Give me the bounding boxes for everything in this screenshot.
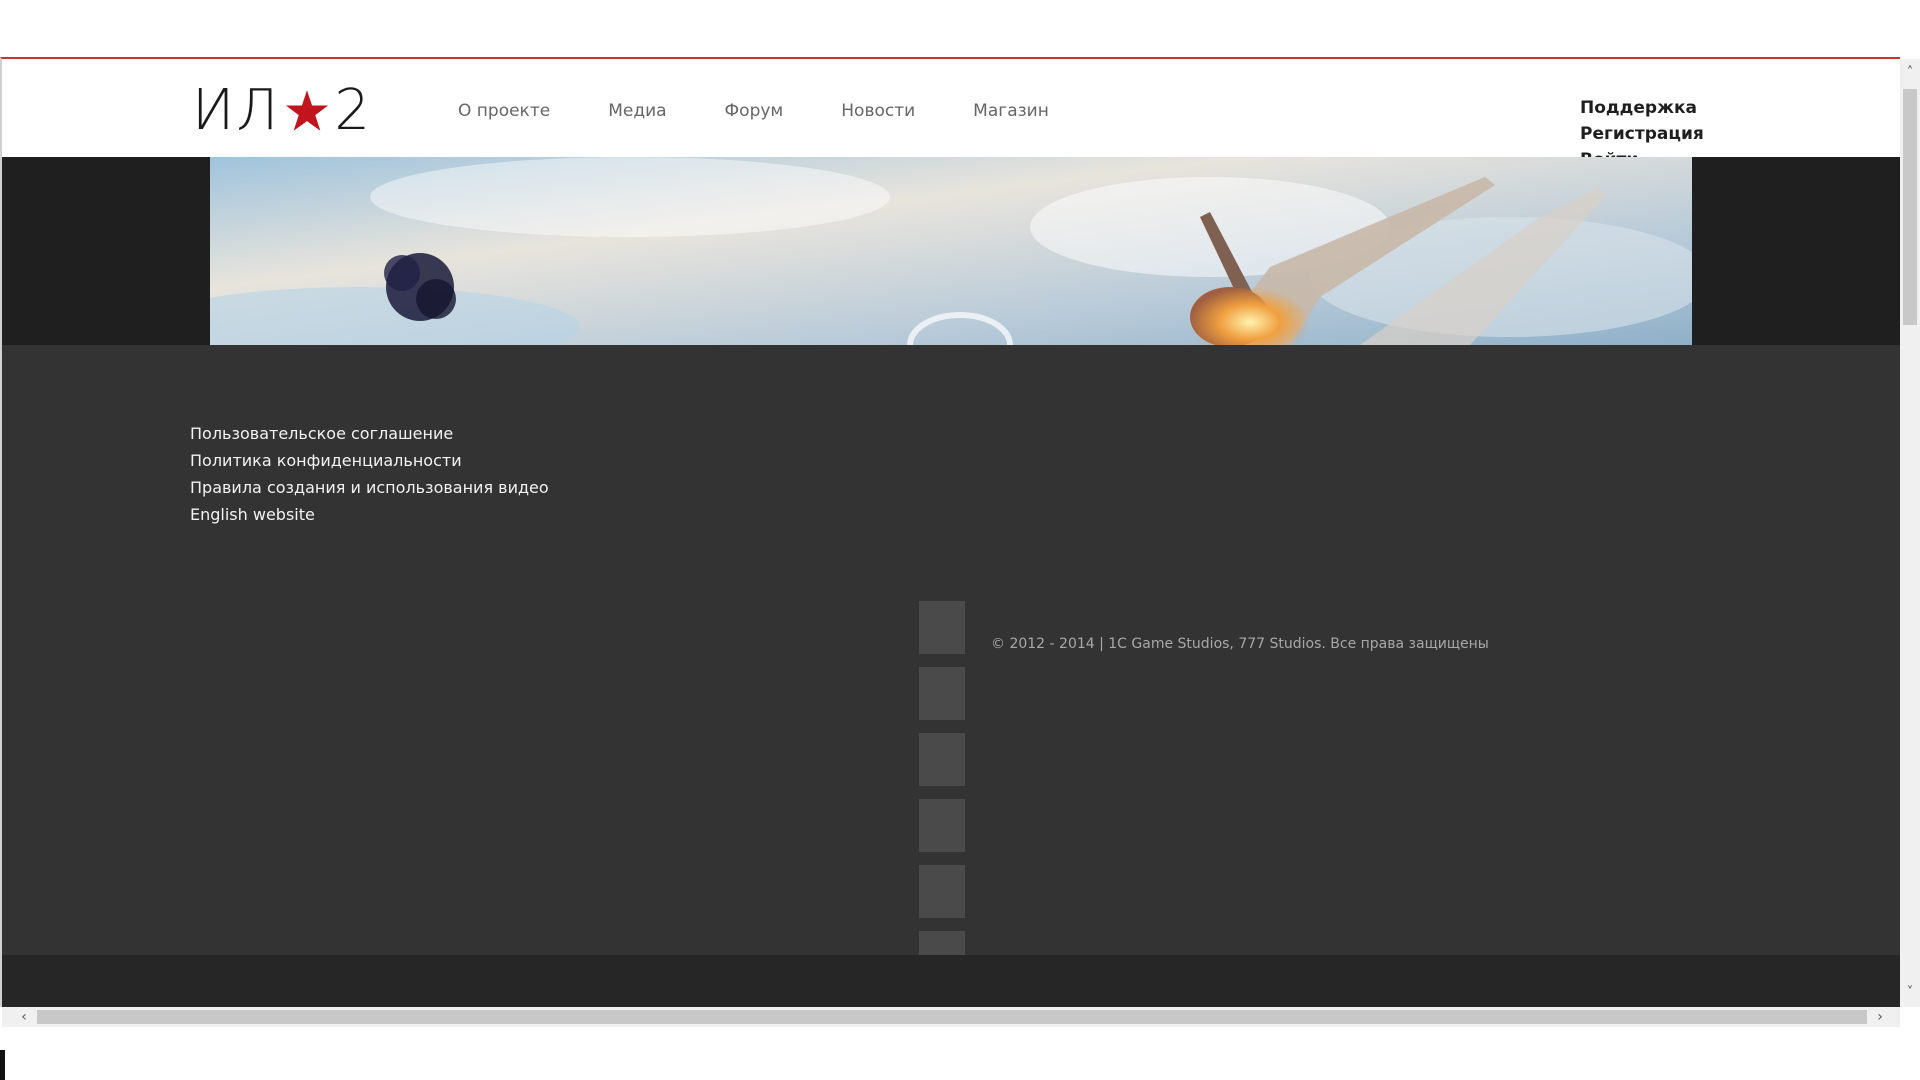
- support-link[interactable]: Поддержка: [1580, 95, 1704, 121]
- scroll-left-icon[interactable]: ‹: [14, 1007, 34, 1027]
- logo-text-left: ИЛ: [192, 78, 281, 143]
- site-logo[interactable]: ИЛ 2: [192, 78, 373, 143]
- red-star-icon: [286, 89, 329, 131]
- nav-item-about[interactable]: О проекте: [458, 99, 550, 123]
- copyright-text: © 2012 - 2014 | 1C Game Studios, 777 Stu…: [991, 636, 1489, 652]
- social-link-2[interactable]: [919, 667, 965, 720]
- social-link-5[interactable]: [919, 865, 965, 918]
- privacy-link[interactable]: Политика конфиденциальности: [190, 447, 549, 474]
- social-links: [919, 601, 965, 997]
- nav-item-media[interactable]: Медиа: [608, 99, 666, 123]
- horizontal-scrollbar[interactable]: ‹ ›: [2, 1007, 1900, 1027]
- terms-link[interactable]: Пользовательское соглашение: [190, 420, 549, 447]
- hero-band: [2, 157, 1900, 345]
- nav-item-forum[interactable]: Форум: [725, 99, 784, 123]
- scroll-up-icon[interactable]: ˄: [1900, 63, 1920, 83]
- scroll-down-icon[interactable]: ˅: [1900, 983, 1920, 1003]
- browser-viewport: ИЛ 2 О проекте Медиа Форум Новости Магаз…: [0, 57, 1900, 1007]
- nav-item-news[interactable]: Новости: [841, 99, 915, 123]
- site-footer: Пользовательское соглашение Политика кон…: [2, 345, 1900, 984]
- social-link-1[interactable]: [919, 601, 965, 654]
- english-website-link[interactable]: English website: [190, 501, 549, 528]
- logo-text-right: 2: [334, 78, 373, 143]
- social-link-4[interactable]: [919, 799, 965, 852]
- vertical-scroll-thumb[interactable]: [1903, 89, 1917, 325]
- scroll-right-icon[interactable]: ›: [1870, 1007, 1890, 1027]
- site-header: ИЛ 2 О проекте Медиа Форум Новости Магаз…: [2, 59, 1900, 170]
- social-link-3[interactable]: [919, 733, 965, 786]
- corner-divider: [0, 1050, 5, 1080]
- video-rules-link[interactable]: Правила создания и использования видео: [190, 474, 549, 501]
- hero-banner-image[interactable]: [210, 157, 1692, 345]
- horizontal-scroll-thumb[interactable]: [37, 1010, 1867, 1024]
- nav-item-shop[interactable]: Магазин: [973, 99, 1049, 123]
- register-link[interactable]: Регистрация: [1580, 121, 1704, 147]
- vertical-scrollbar[interactable]: ˄ ˅: [1900, 59, 1920, 1007]
- main-nav: О проекте Медиа Форум Новости Магазин: [458, 99, 1107, 123]
- hero-artwork: [210, 157, 1692, 345]
- footer-links: Пользовательское соглашение Политика кон…: [190, 420, 549, 528]
- footer-bottom-bar: [2, 955, 1900, 1007]
